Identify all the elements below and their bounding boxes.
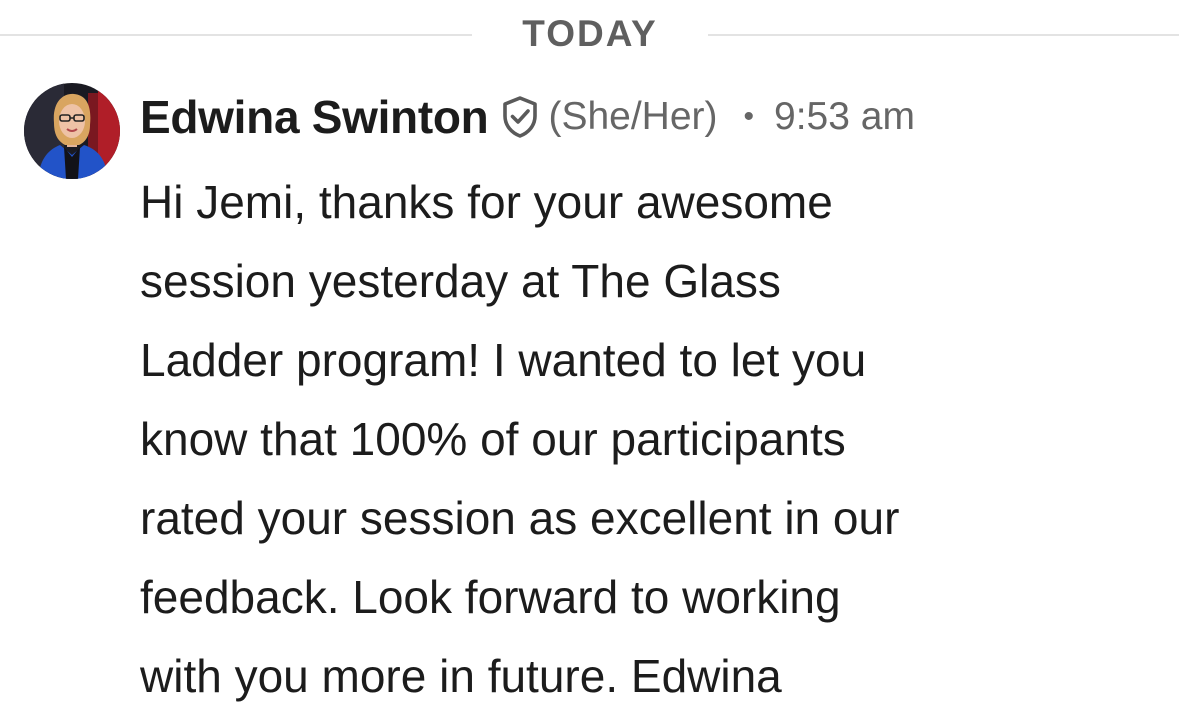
message-body: Hi Jemi, thanks for your awesome session…: [140, 163, 1080, 716]
message-body-line: Hi Jemi, thanks for your awesome: [140, 176, 833, 228]
message-body-line: Ladder program! I wanted to let you: [140, 334, 867, 386]
message-body-line: with you more in future. Edwina: [140, 650, 782, 702]
message-body-line: feedback. Look forward to working: [140, 571, 841, 623]
message-body-line: know that 100% of our participants: [140, 413, 846, 465]
message-body-line: session yesterday at The Glass: [140, 255, 781, 307]
avatar[interactable]: [24, 83, 120, 179]
pronouns: (She/Her): [548, 95, 718, 138]
date-divider-label: TODAY: [522, 13, 658, 54]
divider-line-right: [708, 34, 1179, 36]
shield-check-icon[interactable]: [500, 95, 540, 139]
meta-separator: •: [743, 100, 755, 133]
message-timestamp: 9:53 am: [774, 95, 915, 138]
message-body-line: rated your session as excellent in our: [140, 492, 900, 544]
avatar-photo: [24, 83, 120, 179]
date-divider: TODAY: [0, 14, 1179, 54]
divider-line-left: [0, 34, 472, 36]
message-header: Edwina Swinton (She/Her) • 9:53 am: [140, 86, 1160, 148]
sender-name[interactable]: Edwina Swinton: [140, 90, 489, 144]
message: Edwina Swinton (She/Her) • 9:53 am Hi Je…: [140, 86, 1160, 716]
